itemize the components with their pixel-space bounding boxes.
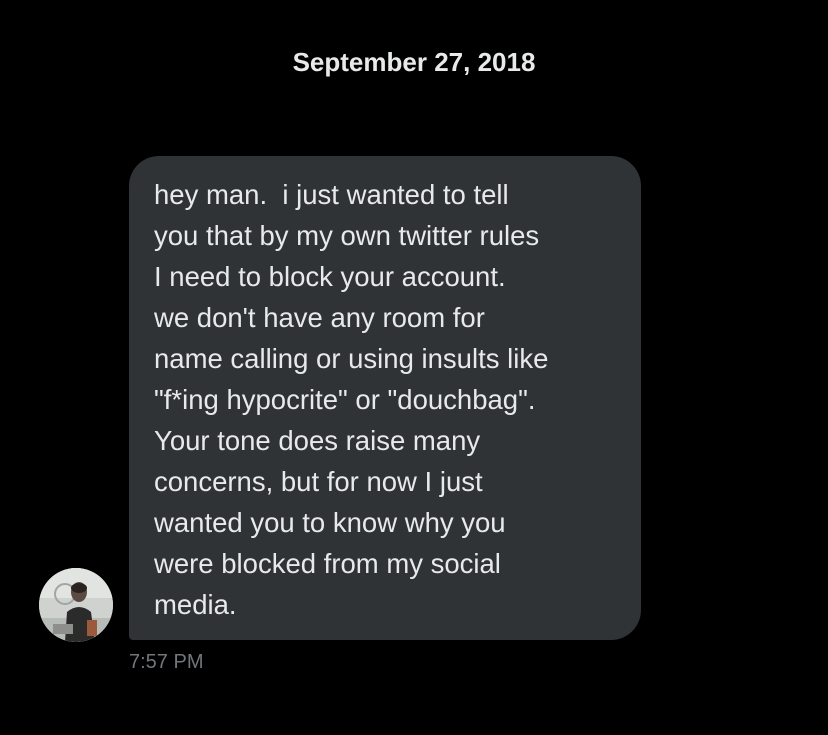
message-timestamp: 7:57 PM: [129, 651, 204, 673]
avatar-photo-icon: [39, 568, 113, 642]
message-text: hey man. i just wanted to tell you that …: [154, 179, 549, 620]
date-divider: September 27, 2018: [292, 47, 536, 77]
sender-avatar[interactable]: [39, 568, 113, 642]
message-bubble[interactable]: hey man. i just wanted to tell you that …: [129, 156, 641, 640]
